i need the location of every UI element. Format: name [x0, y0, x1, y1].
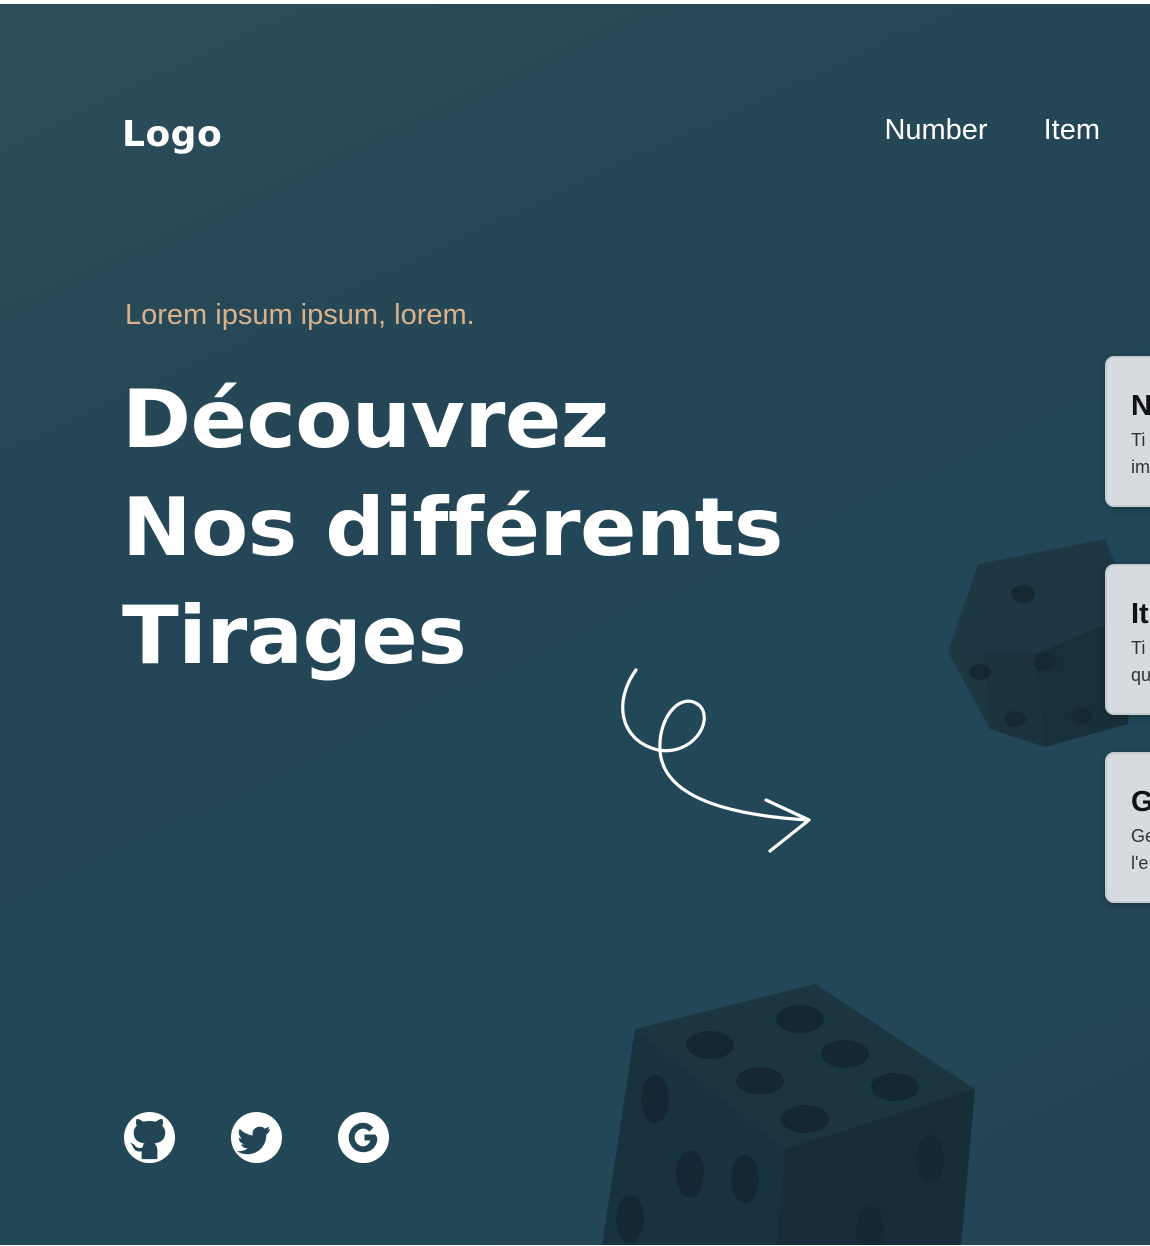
nav-link-item[interactable]: Item	[1044, 114, 1100, 147]
github-icon[interactable]	[122, 1110, 177, 1165]
card-title: G	[1131, 786, 1150, 819]
dice-large-illustration	[602, 984, 975, 1245]
card-line: im	[1131, 457, 1150, 477]
hero-section: Logo Number Item Lorem ipsum ipsum, lore…	[0, 4, 1150, 1245]
logo[interactable]: Logo	[122, 114, 222, 155]
card-title: N	[1131, 390, 1150, 422]
hero-eyebrow: Lorem ipsum ipsum, lorem.	[125, 299, 475, 331]
card-item[interactable]: It Ti qu	[1105, 564, 1150, 715]
card-line: Ti	[1131, 638, 1146, 658]
card-line: l'e	[1131, 853, 1149, 873]
hero-headline: Découvrez Nos différents Tirages	[122, 366, 783, 690]
google-icon[interactable]	[336, 1110, 391, 1165]
main-nav: Number Item	[884, 114, 1100, 147]
card-g[interactable]: G Ge l'e	[1105, 752, 1150, 903]
page: Logo Number Item Lorem ipsum ipsum, lore…	[0, 0, 1150, 1246]
headline-line-1: Découvrez	[122, 373, 609, 466]
card-line: Ge	[1131, 826, 1150, 846]
card-title: It	[1131, 598, 1149, 630]
social-links	[122, 1110, 391, 1165]
nav-link-number[interactable]: Number	[884, 114, 987, 147]
card-line: Ti	[1131, 430, 1146, 450]
headline-line-2: Nos différents	[122, 481, 783, 574]
curly-arrow-icon	[621, 668, 811, 853]
card-line: qu	[1131, 665, 1150, 685]
twitter-icon[interactable]	[229, 1110, 284, 1165]
card-number[interactable]: N Ti im	[1105, 356, 1150, 507]
